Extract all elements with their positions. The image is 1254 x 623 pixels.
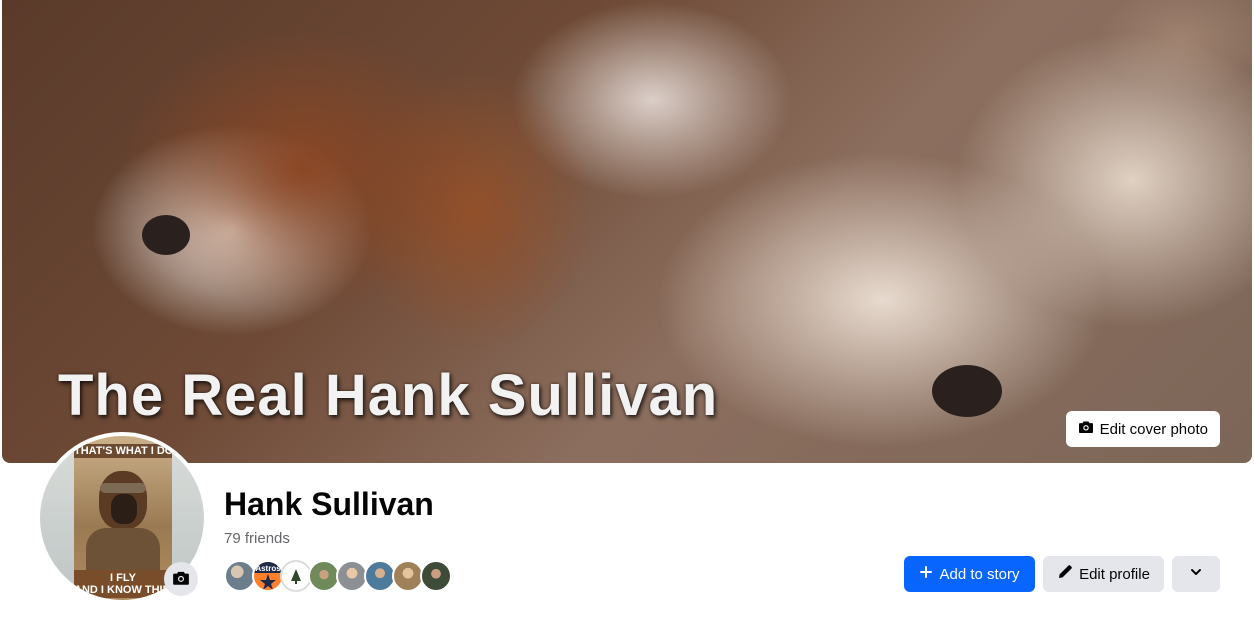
plus-icon — [919, 565, 933, 583]
pencil-icon — [1057, 564, 1073, 584]
camera-icon — [172, 569, 190, 590]
poster-goggles — [100, 483, 146, 493]
profile-name: Hank Sullivan — [224, 486, 434, 522]
friends-count-link[interactable]: 79 friends — [224, 530, 290, 547]
dog-nose-left — [142, 215, 190, 255]
avatar-poster-bottom-line-1: I FLY — [110, 572, 136, 584]
avatar-poster-bottom-line-2: AND I KNOW THINGS — [74, 584, 172, 596]
edit-cover-photo-label: Edit cover photo — [1099, 420, 1208, 438]
add-to-story-button[interactable]: Add to story — [904, 556, 1035, 592]
update-profile-picture-button[interactable] — [164, 562, 198, 596]
dog-nose-right — [932, 365, 1002, 417]
avatar-poster-bottom-text: I FLY AND I KNOW THINGS — [74, 570, 172, 598]
camera-icon — [1078, 419, 1094, 439]
edit-profile-button[interactable]: Edit profile — [1043, 556, 1164, 592]
avatar-poster: THAT'S WHAT I DO I FLY AND I KNOW THINGS — [74, 436, 172, 600]
friend-avatars: Astros — [224, 560, 452, 592]
cover-photo[interactable]: The Real Hank Sullivan Edit cover photo — [2, 0, 1252, 463]
chevron-down-icon — [1189, 565, 1203, 583]
add-to-story-label: Add to story — [939, 565, 1020, 583]
friend-avatar-badge-text: Astros — [255, 564, 281, 573]
edit-profile-label: Edit profile — [1079, 565, 1150, 583]
poster-dog-face — [111, 494, 137, 524]
more-options-button[interactable] — [1172, 556, 1220, 592]
avatar-poster-top-text: THAT'S WHAT I DO — [74, 444, 172, 458]
cover-title-text: The Real Hank Sullivan — [58, 363, 719, 428]
edit-cover-photo-button[interactable]: Edit cover photo — [1065, 411, 1220, 447]
friend-avatar[interactable] — [420, 560, 452, 592]
